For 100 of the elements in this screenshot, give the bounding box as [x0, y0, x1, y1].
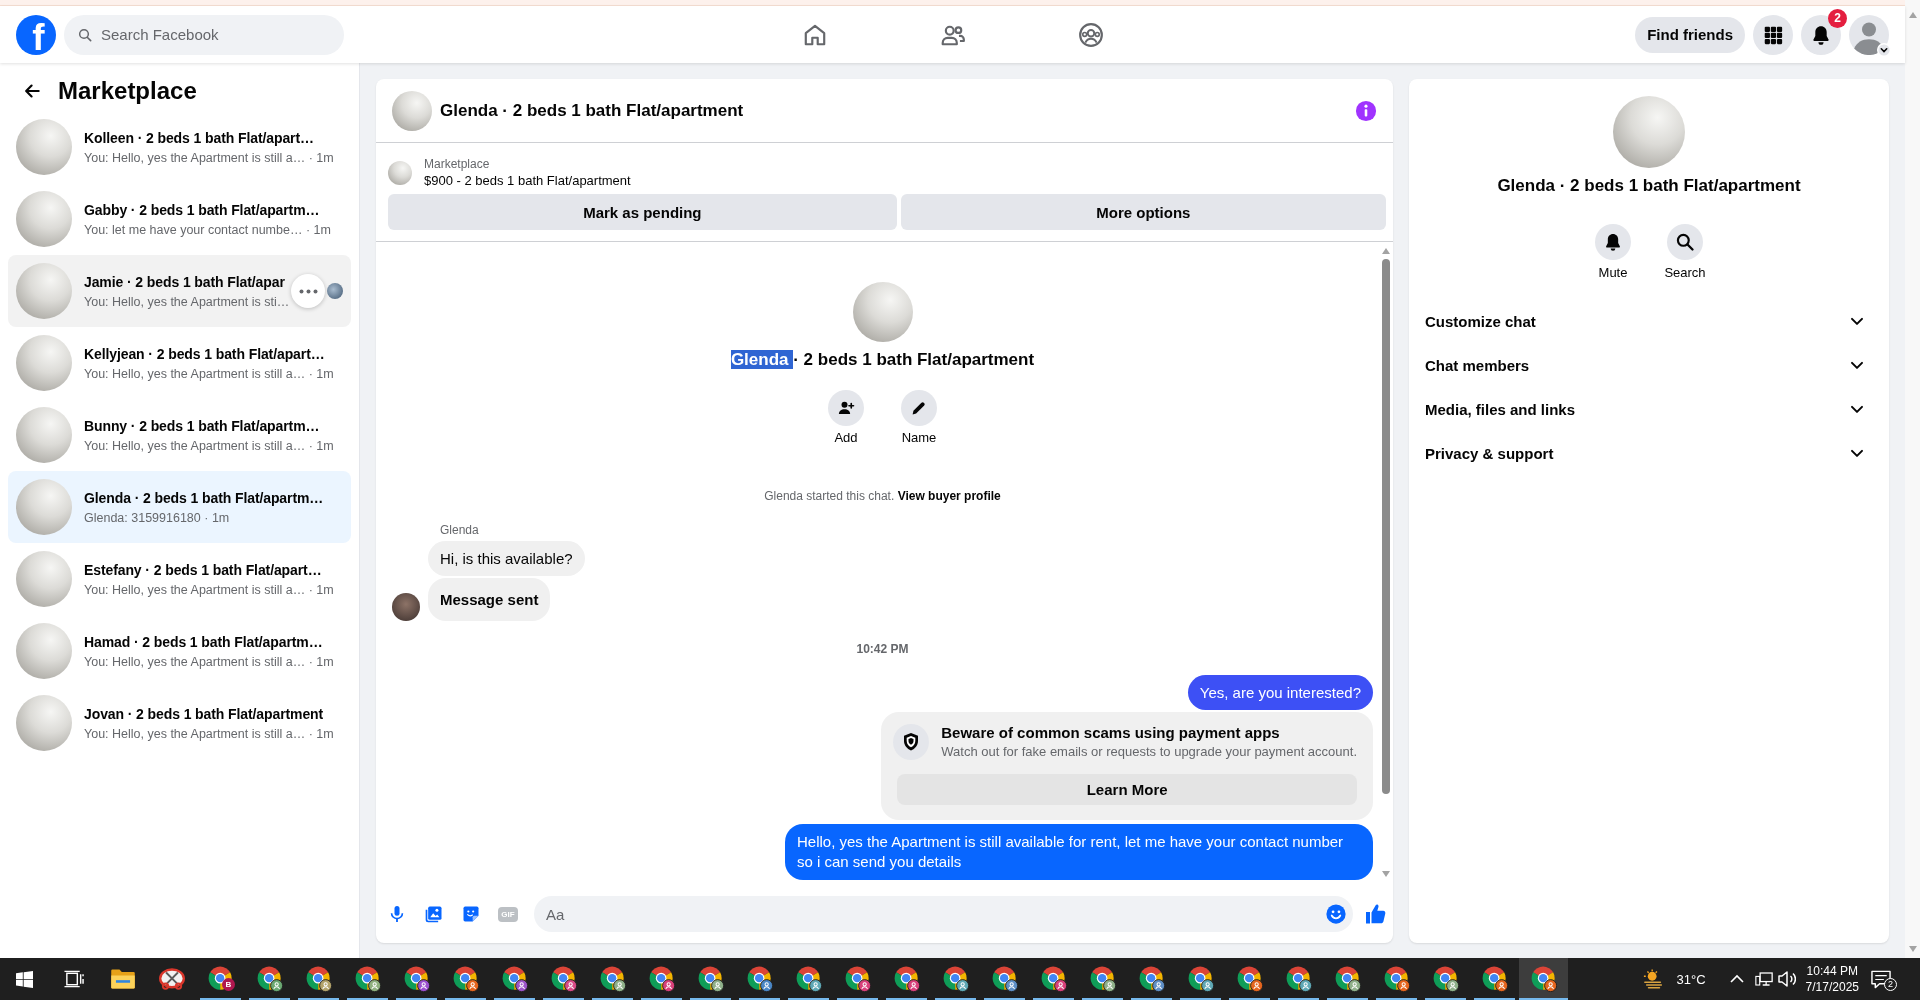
browser-icon[interactable]	[746, 966, 773, 992]
learn-more-button[interactable]: Learn More	[897, 774, 1357, 805]
listing-action-button[interactable]: Mark as pending	[388, 194, 897, 230]
section-item[interactable]: Privacy & support	[1425, 431, 1873, 475]
section-item[interactable]: Chat members	[1425, 343, 1873, 387]
conversation-title: Kolleen · 2 beds 1 bath Flat/apart…	[84, 129, 314, 148]
search-field[interactable]: Search Facebook	[64, 14, 344, 55]
browser-icon[interactable]	[354, 966, 381, 992]
browser-icon[interactable]	[452, 966, 479, 992]
thumbs-up-icon[interactable]	[1364, 902, 1388, 926]
browser-icon[interactable]	[697, 966, 724, 992]
volume-icon[interactable]	[1777, 970, 1796, 988]
browser-icon[interactable]	[550, 966, 577, 992]
listing-source: Marketplace	[424, 155, 490, 172]
image-icon[interactable]	[424, 904, 444, 924]
section-item[interactable]: Customize chat	[1425, 299, 1873, 343]
task-view-icon[interactable]	[63, 970, 84, 988]
scrollbar-thumb[interactable]	[1382, 259, 1390, 794]
message-preview: Glenda: 3159916180 · 1m	[84, 510, 230, 526]
weather-icon[interactable]	[1642, 968, 1665, 990]
conversation-item[interactable]: Jamie · 2 beds 1 bath Flat/apar You: Hello, yes the Apartment is sti…	[8, 255, 351, 327]
photo-placeholder	[392, 90, 432, 131]
browser-icon[interactable]	[1432, 966, 1459, 992]
sticker-icon[interactable]	[461, 904, 481, 924]
windows-logo-icon[interactable]	[16, 970, 33, 988]
view-profile-link[interactable]: View buyer profile	[897, 489, 1001, 503]
add-person-icon	[837, 399, 855, 417]
listing-action-button[interactable]: More options	[900, 194, 1386, 230]
notification-icon[interactable]	[1871, 969, 1891, 989]
browser-icon[interactable]	[1040, 966, 1067, 992]
people-circle-icon[interactable]	[1077, 21, 1104, 48]
conversation-title: Estefany · 2 beds 1 bath Flat/apart…	[84, 561, 322, 580]
sidebar-title: Marketplace	[58, 76, 197, 106]
conversation-item[interactable]: Kolleen · 2 beds 1 bath Flat/apart… You: Hello, yes the Apartment is still a… · 1m	[8, 111, 351, 183]
clock-time[interactable]: 10:44 PM	[1806, 963, 1858, 979]
ellipsis-icon	[298, 288, 318, 294]
browser-icon[interactable]	[256, 966, 283, 992]
message-preview: You: Hello, yes the Apartment is still a… · 1m	[84, 150, 334, 166]
search-button[interactable]	[1667, 224, 1703, 260]
smiley-icon[interactable]	[1325, 903, 1347, 925]
browser-icon[interactable]	[795, 966, 822, 992]
profile-badge: B	[222, 978, 235, 991]
browser-icon[interactable]	[1383, 966, 1410, 992]
conversation-item[interactable]: Estefany · 2 beds 1 bath Flat/apart… You: Hello, yes the Apartment is still a… · 1m	[8, 543, 351, 615]
browser-icon[interactable]	[648, 966, 675, 992]
conversation-item[interactable]: Glenda · 2 beds 1 bath Flat/apartm… Glenda: 3159916180 · 1m	[8, 471, 351, 543]
rename-button[interactable]	[901, 390, 937, 426]
clock-date[interactable]: 7/17/2025	[1805, 979, 1859, 995]
conversation-item[interactable]: Bunny · 2 beds 1 bath Flat/apartm… You: Hello, yes the Apartment is still a… · 1m	[8, 399, 351, 471]
action-label: Add	[834, 430, 858, 446]
photo-placeholder	[388, 160, 412, 185]
browser-icon[interactable]	[1187, 966, 1214, 992]
browser-icon[interactable]	[1481, 966, 1508, 992]
browser-icon[interactable]	[844, 966, 871, 992]
conversation-item[interactable]: Jovan · 2 beds 1 bath Flat/apartment You: Hello, yes the Apartment is still a… · 1m	[8, 687, 351, 759]
photo-placeholder	[16, 119, 72, 175]
conversation-item[interactable]: Gabby · 2 beds 1 bath Flat/apartm… You: let me have your contact numbe… · 1m	[8, 183, 351, 255]
browser-icon[interactable]	[1530, 966, 1557, 992]
chat-title: Glenda · 2 beds 1 bath Flat/apartment	[730, 349, 1035, 371]
message-bubble: Message sent	[428, 578, 551, 621]
browser-icon[interactable]	[403, 966, 430, 992]
add-person-button[interactable]	[828, 390, 864, 426]
photo-placeholder	[16, 335, 72, 391]
chevron-down-icon[interactable]	[1877, 42, 1891, 57]
scissors-icon[interactable]	[158, 967, 185, 991]
browser-icon[interactable]	[501, 966, 528, 992]
arrow-left-icon[interactable]	[22, 81, 42, 101]
browser-icon[interactable]	[1285, 966, 1312, 992]
message-preview: You: Hello, yes the Apartment is still a… · 1m	[84, 366, 334, 382]
browser-icon[interactable]	[1089, 966, 1116, 992]
info-icon[interactable]	[1355, 99, 1377, 122]
message-preview: You: Hello, yes the Apartment is still a… · 1m	[84, 582, 334, 598]
taskbar-button[interactable]: B	[196, 958, 245, 1000]
browser-icon[interactable]	[305, 966, 332, 992]
folder-icon[interactable]	[110, 969, 135, 989]
message-input[interactable]: Aa	[534, 896, 1353, 932]
section-item[interactable]: Media, files and links	[1425, 387, 1873, 431]
photo-placeholder	[16, 623, 72, 679]
notification-count: 2	[1884, 978, 1897, 991]
taskbar-button[interactable]	[1519, 958, 1568, 1000]
grid-icon	[1763, 24, 1783, 45]
more-button[interactable]	[291, 274, 325, 308]
browser-icon[interactable]	[1236, 966, 1263, 992]
notifications-button[interactable]	[1801, 14, 1841, 55]
network-icon[interactable]	[1754, 970, 1773, 988]
find-friends-button[interactable]: Find friends	[1635, 16, 1745, 53]
conversation-title: Jamie · 2 beds 1 bath Flat/apar	[84, 273, 285, 292]
browser-icon[interactable]	[991, 966, 1018, 992]
browser-icon[interactable]	[893, 966, 920, 992]
browser-icon[interactable]	[599, 966, 626, 992]
temperature[interactable]: 31°C	[1676, 971, 1706, 987]
conversation-item[interactable]: Hamad · 2 beds 1 bath Flat/apartm… You: Hello, yes the Apartment is still a… · 1m	[8, 615, 351, 687]
apps-button[interactable]	[1753, 14, 1793, 55]
notification-badge: 2	[1828, 8, 1847, 28]
conversation-item[interactable]: Kellyjean · 2 beds 1 bath Flat/apart… You: Hello, yes the Apartment is still a… · 1m	[8, 327, 351, 399]
browser-icon[interactable]	[1138, 966, 1165, 992]
browser-icon[interactable]	[1334, 966, 1361, 992]
browser-icon[interactable]	[942, 966, 969, 992]
mute-button[interactable]	[1595, 224, 1631, 260]
logo[interactable]: f	[16, 14, 56, 55]
